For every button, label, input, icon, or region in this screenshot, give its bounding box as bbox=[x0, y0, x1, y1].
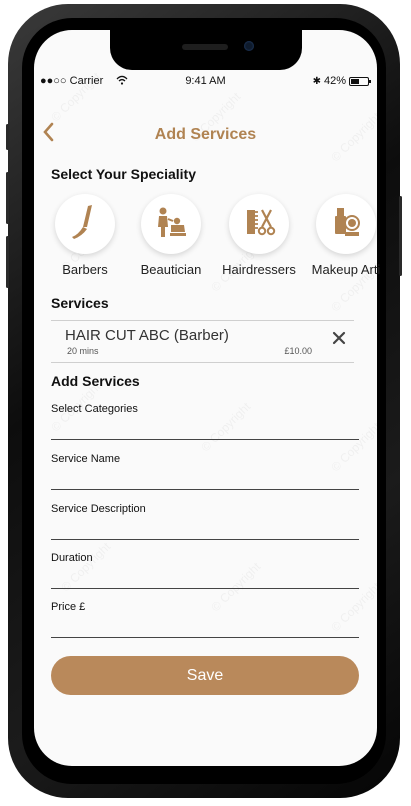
speciality-label: Barbers bbox=[62, 262, 108, 277]
notch bbox=[110, 30, 302, 70]
speciality-barbers[interactable]: Barbers bbox=[35, 194, 135, 277]
nav-bar: Add Services bbox=[34, 122, 377, 148]
speciality-beautician[interactable]: Beautician bbox=[121, 194, 221, 277]
mute-switch bbox=[6, 124, 9, 150]
field-label: Price £ bbox=[51, 601, 86, 613]
wifi-icon bbox=[116, 75, 128, 88]
service-name-input[interactable] bbox=[51, 469, 363, 485]
speciality-label: Beautician bbox=[140, 262, 202, 277]
battery-percent: 42% bbox=[323, 75, 346, 87]
divider bbox=[51, 320, 354, 321]
service-description-field[interactable]: Service Description bbox=[51, 503, 363, 540]
add-services-heading: Add Services bbox=[51, 373, 140, 389]
close-icon[interactable] bbox=[332, 328, 346, 351]
speaker-grille bbox=[182, 44, 228, 50]
service-duration: 20 mins bbox=[67, 346, 99, 356]
divider bbox=[51, 362, 354, 363]
speciality-hairdressers[interactable]: Hairdressers bbox=[209, 194, 309, 277]
front-camera bbox=[244, 41, 254, 51]
services-heading: Services bbox=[51, 295, 109, 311]
service-description-input[interactable] bbox=[51, 519, 363, 535]
categories-field[interactable]: Select Categories bbox=[51, 403, 363, 440]
duration-field[interactable]: Duration bbox=[51, 552, 363, 589]
price-input[interactable] bbox=[51, 617, 363, 633]
field-label: Service Name bbox=[51, 453, 121, 465]
razor-icon bbox=[68, 203, 102, 246]
battery-icon bbox=[349, 76, 371, 86]
field-label: Select Categories bbox=[51, 403, 138, 415]
power-button bbox=[399, 196, 402, 276]
volume-down-button bbox=[6, 236, 9, 288]
beautician-icon bbox=[154, 205, 188, 244]
service-item[interactable]: HAIR CUT ABC (Barber) 20 mins £10.00 bbox=[51, 322, 354, 362]
field-label: Service Description bbox=[51, 503, 146, 515]
service-price: £10.00 bbox=[284, 346, 312, 356]
status-bar: ●●○○ Carrier 9:41 AM ✱ 42% bbox=[34, 74, 377, 92]
battery-status: ✱ 42% bbox=[312, 75, 371, 87]
speciality-label: Hairdressers bbox=[222, 262, 296, 277]
save-button[interactable]: Save bbox=[51, 656, 359, 695]
service-name: HAIR CUT ABC (Barber) bbox=[65, 327, 229, 344]
duration-input[interactable] bbox=[51, 568, 363, 584]
speciality-label: Makeup Arti bbox=[311, 262, 381, 277]
service-name-field[interactable]: Service Name bbox=[51, 453, 363, 490]
speciality-makeup[interactable]: Makeup Arti bbox=[296, 194, 396, 277]
categories-input[interactable] bbox=[51, 419, 363, 435]
speciality-heading: Select Your Speciality bbox=[51, 166, 196, 182]
volume-up-button bbox=[6, 172, 9, 224]
scissors-comb-icon bbox=[242, 205, 276, 244]
bluetooth-icon: ✱ bbox=[312, 75, 321, 87]
price-field[interactable]: Price £ bbox=[51, 601, 363, 638]
makeup-icon bbox=[331, 206, 361, 243]
page-title: Add Services bbox=[154, 126, 257, 143]
field-label: Duration bbox=[51, 552, 93, 564]
